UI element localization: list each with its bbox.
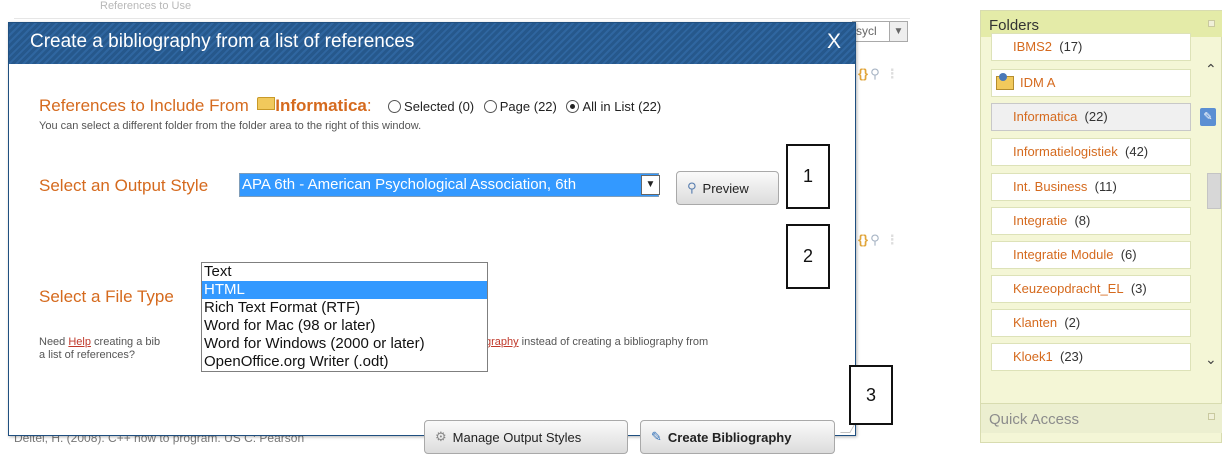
folder-item-name: Informatica xyxy=(1013,109,1078,124)
folder-item-name: Integratie xyxy=(1013,213,1068,228)
bg-row-icons: {} ⚲ ⋮ xyxy=(858,66,899,81)
output-style-label: Select an Output Style xyxy=(39,176,209,195)
bg-divider xyxy=(14,18,910,19)
quick-access-header[interactable]: Quick Access xyxy=(981,403,1222,433)
references-colon: : xyxy=(366,96,372,115)
scrollbar-thumb[interactable] xyxy=(1207,173,1221,209)
file-type-option[interactable]: Word for Windows (2000 or later) xyxy=(202,335,487,353)
help-text: instead of creating a bibliography from xyxy=(518,336,709,348)
radio-selected-label: Selected (0) xyxy=(404,99,475,114)
folder-item[interactable]: Informatica (22) ✎ xyxy=(991,103,1216,131)
radio-all-label: All in List (22) xyxy=(582,99,662,114)
folder-item-name: Keuzeopdracht_EL xyxy=(1013,281,1124,296)
folder-item[interactable]: Keuzeopdracht_EL (3) xyxy=(991,275,1191,303)
preview-button[interactable]: ⚲ Preview xyxy=(676,171,779,205)
annotation-2: 2 xyxy=(786,224,830,289)
references-row: References to Include From Informatica: … xyxy=(39,96,661,116)
chevron-down-icon[interactable]: ⌄ xyxy=(1205,351,1217,368)
annotation-1: 1 xyxy=(786,144,830,209)
bg-style-select[interactable]: sycl ▼ xyxy=(852,21,908,42)
create-button-label: Create Bibliography xyxy=(667,429,792,445)
folder-icon xyxy=(257,97,276,110)
folder-item[interactable]: Int. Business (11) xyxy=(991,173,1191,201)
current-folder-name: Informatica xyxy=(275,96,367,115)
references-radio-group: Selected (0) Page (22) All in List (22) xyxy=(382,99,661,114)
help-text: creating a bib xyxy=(90,336,161,348)
references-label: References to Include From xyxy=(39,96,249,115)
dialog-titlebar[interactable]: Create a bibliography from a list of ref… xyxy=(9,23,855,64)
close-icon[interactable]: X xyxy=(827,30,841,54)
folder-item[interactable]: Informatielogistiek (42) xyxy=(991,138,1191,166)
bg-column-header: References to Use xyxy=(100,0,192,12)
bg-select-value: sycl xyxy=(856,24,877,38)
folder-item-count: (2) xyxy=(1064,315,1081,330)
folder-item[interactable]: IBMS2 (17) xyxy=(991,33,1191,61)
folder-item-count: (8) xyxy=(1074,213,1091,228)
magnifier-icon: ⚲ xyxy=(687,180,697,195)
folder-item-count: (42) xyxy=(1125,144,1149,159)
file-type-option[interactable]: HTML xyxy=(202,281,487,299)
folder-item-count: (3) xyxy=(1130,281,1147,296)
chevron-down-icon[interactable]: ▼ xyxy=(641,175,660,195)
folder-item-name: Klanten xyxy=(1013,315,1058,330)
folder-item-name: IDM A xyxy=(1020,75,1056,90)
folder-item-count: (23) xyxy=(1059,349,1084,364)
radio-page[interactable]: Page (22) xyxy=(478,99,557,114)
folder-item[interactable]: Integratie Module (6) xyxy=(991,241,1191,269)
manage-output-styles-button[interactable]: ⚙ Manage Output Styles xyxy=(424,420,628,454)
folder-item-name: Kloek1 xyxy=(1013,349,1053,364)
collapse-icon[interactable] xyxy=(1208,20,1215,27)
help-text: Need xyxy=(39,336,69,348)
magnifier-icon[interactable]: ⚲ xyxy=(870,232,880,247)
output-style-select[interactable]: APA 6th - American Psychological Associa… xyxy=(239,173,659,197)
radio-page-label: Page (22) xyxy=(499,99,557,114)
folders-title: Folders xyxy=(989,17,1040,34)
file-type-option[interactable]: OpenOffice.org Writer (.odt) xyxy=(202,353,487,371)
pencil-icon[interactable]: ✎ xyxy=(1200,108,1216,126)
folder-item-name: IBMS2 xyxy=(1013,39,1053,54)
folder-item-name: Informatielogistiek xyxy=(1013,144,1118,159)
bibliography-dialog: Create a bibliography from a list of ref… xyxy=(8,22,856,454)
folder-item-count: (22) xyxy=(1084,109,1108,124)
folder-group[interactable]: IDM A xyxy=(991,69,1191,97)
dialog-title: Create a bibliography from a list of ref… xyxy=(30,31,415,52)
file-type-label: Select a File Type xyxy=(39,287,174,306)
folders-panel: Folders IBMS2 (17) IDM A Informatica (22… xyxy=(980,10,1222,443)
folder-item-count: (17) xyxy=(1059,39,1083,54)
chevron-down-icon: ▼ xyxy=(889,22,907,41)
dialog-body: References to Include From Informatica: … xyxy=(9,64,856,454)
folder-item-name: Int. Business xyxy=(1013,179,1088,194)
quick-access-title: Quick Access xyxy=(989,411,1080,428)
expand-icon[interactable] xyxy=(1208,413,1215,420)
folder-item[interactable]: Klanten (2) xyxy=(991,309,1191,337)
manage-button-label: Manage Output Styles xyxy=(452,429,582,445)
bg-row-icons: {} ⚲ ⋮ xyxy=(858,232,899,247)
radio-circle[interactable] xyxy=(483,100,497,113)
grip-icon: ⋮ xyxy=(885,66,899,81)
folder-item-name: Integratie Module xyxy=(1013,247,1114,262)
magnifier-icon[interactable]: ⚲ xyxy=(870,66,880,81)
radio-selected[interactable]: Selected (0) xyxy=(382,99,474,114)
preview-button-label: Preview xyxy=(702,180,749,196)
grip-icon: ⋮ xyxy=(885,232,899,247)
file-type-option[interactable]: Word for Mac (98 or later) xyxy=(202,317,487,335)
help-link[interactable]: Help xyxy=(68,336,91,348)
radio-all-in-list[interactable]: All in List (22) xyxy=(560,99,661,114)
file-type-option[interactable]: Text xyxy=(202,263,487,281)
folder-item-count: (11) xyxy=(1094,179,1117,194)
radio-circle[interactable] xyxy=(566,100,580,113)
help-text: a list of references? xyxy=(39,349,135,361)
annotation-3: 3 xyxy=(849,365,893,425)
folder-item[interactable]: Integratie (8) xyxy=(991,207,1191,235)
create-bibliography-button[interactable]: ✎ Create Bibliography xyxy=(640,420,835,454)
radio-circle[interactable] xyxy=(388,100,402,113)
file-type-option[interactable]: Rich Text Format (RTF) xyxy=(202,299,487,317)
folder-item-count: (6) xyxy=(1120,247,1137,262)
references-note: You can select a different folder from t… xyxy=(39,120,422,132)
file-type-listbox[interactable]: Text HTML Rich Text Format (RTF) Word fo… xyxy=(201,262,488,372)
group-folder-icon xyxy=(996,73,1014,90)
chevron-up-icon[interactable]: ⌃ xyxy=(1205,61,1217,78)
folder-item[interactable]: Kloek1 (23) xyxy=(991,343,1191,371)
